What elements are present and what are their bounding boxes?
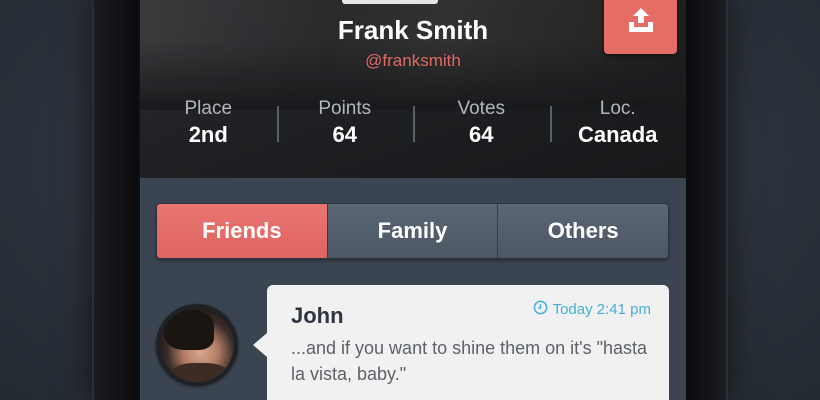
tab-friends[interactable]: Friends [157, 204, 327, 258]
user-handle[interactable]: @franksmith [140, 51, 686, 71]
stat-value: 64 [332, 122, 357, 147]
stat-value: 64 [469, 122, 494, 147]
segment-tabs: Friends Family Others [156, 203, 669, 259]
stat-label: Votes [457, 98, 506, 119]
profile-header: Frank Smith @franksmith Place 2nd Points… [140, 0, 686, 178]
stat-label: Loc. [599, 98, 636, 119]
stats-bar: Place 2nd Points 64 Votes 64 Loc. Canada [140, 96, 686, 156]
message-time-label: Today 2:41 pm [552, 301, 651, 318]
stat-value: Canada [578, 122, 658, 147]
header-tab [342, 0, 438, 4]
message-bubble[interactable]: John Today 2:41 pm ...and if you want to… [253, 285, 669, 400]
avatar-image [160, 308, 234, 382]
stat-label: Points [318, 98, 372, 119]
stat-value: 2nd [188, 122, 228, 147]
app-screen: Frank Smith @franksmith Place 2nd Points… [140, 0, 686, 400]
stat-place: Place 2nd [140, 96, 277, 156]
tab-family[interactable]: Family [326, 204, 498, 258]
stat-points: Points 64 [276, 96, 414, 156]
avatar[interactable] [156, 304, 238, 386]
message-author: John [291, 303, 344, 328]
stat-label: Place [184, 98, 233, 119]
upload-icon [626, 5, 656, 40]
upload-button[interactable] [604, 0, 677, 54]
clock-icon [533, 300, 548, 319]
tab-others[interactable]: Others [497, 204, 668, 258]
stat-location: Loc. Canada [549, 96, 687, 156]
content-area: Friends Family Others John Today 2:41 pm [140, 178, 686, 400]
message-time: Today 2:41 pm [533, 300, 651, 319]
message-text: ...and if you want to shine them on it's… [291, 338, 648, 384]
stat-votes: Votes 64 [413, 96, 550, 156]
